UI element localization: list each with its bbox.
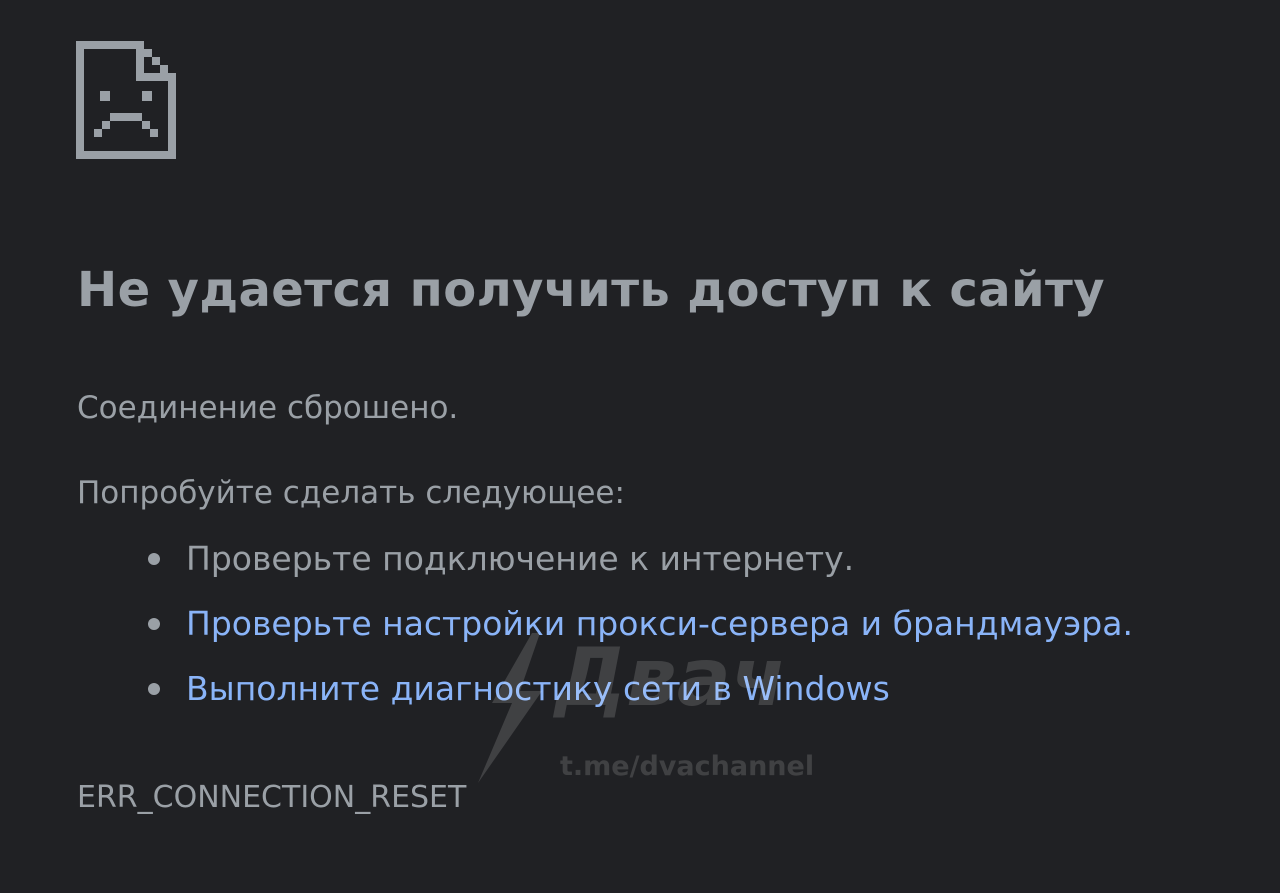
suggestions-list: Проверьте подключение к интернету. Прове…: [146, 537, 1133, 732]
page-title: Не удается получить доступ к сайту: [77, 262, 1105, 318]
suggestion-text: Проверьте подключение к интернету.: [186, 539, 855, 578]
error-code: ERR_CONNECTION_RESET: [77, 780, 467, 815]
error-page: Не удается получить доступ к сайту Соеди…: [0, 0, 1280, 893]
watermark-url: t.me/dvachannel: [560, 751, 815, 782]
suggestions-heading: Попробуйте сделать следующее:: [77, 475, 625, 511]
bullet-icon: [148, 553, 160, 565]
bullet-icon: [148, 683, 160, 695]
suggestion-run-diagnostics: Выполните диагностику сети в Windows: [146, 667, 1133, 732]
windows-network-diagnostics-link[interactable]: Выполните диагностику сети в Windows: [186, 669, 890, 708]
bullet-icon: [148, 618, 160, 630]
error-summary: Соединение сброшено.: [77, 390, 459, 426]
suggestion-check-connection: Проверьте подключение к интернету.: [146, 537, 1133, 602]
sad-page-icon: [76, 41, 176, 159]
suggestion-check-proxy-firewall: Проверьте настройки прокси-сервера и бра…: [146, 602, 1133, 667]
check-proxy-firewall-link[interactable]: Проверьте настройки прокси-сервера и бра…: [186, 604, 1133, 643]
